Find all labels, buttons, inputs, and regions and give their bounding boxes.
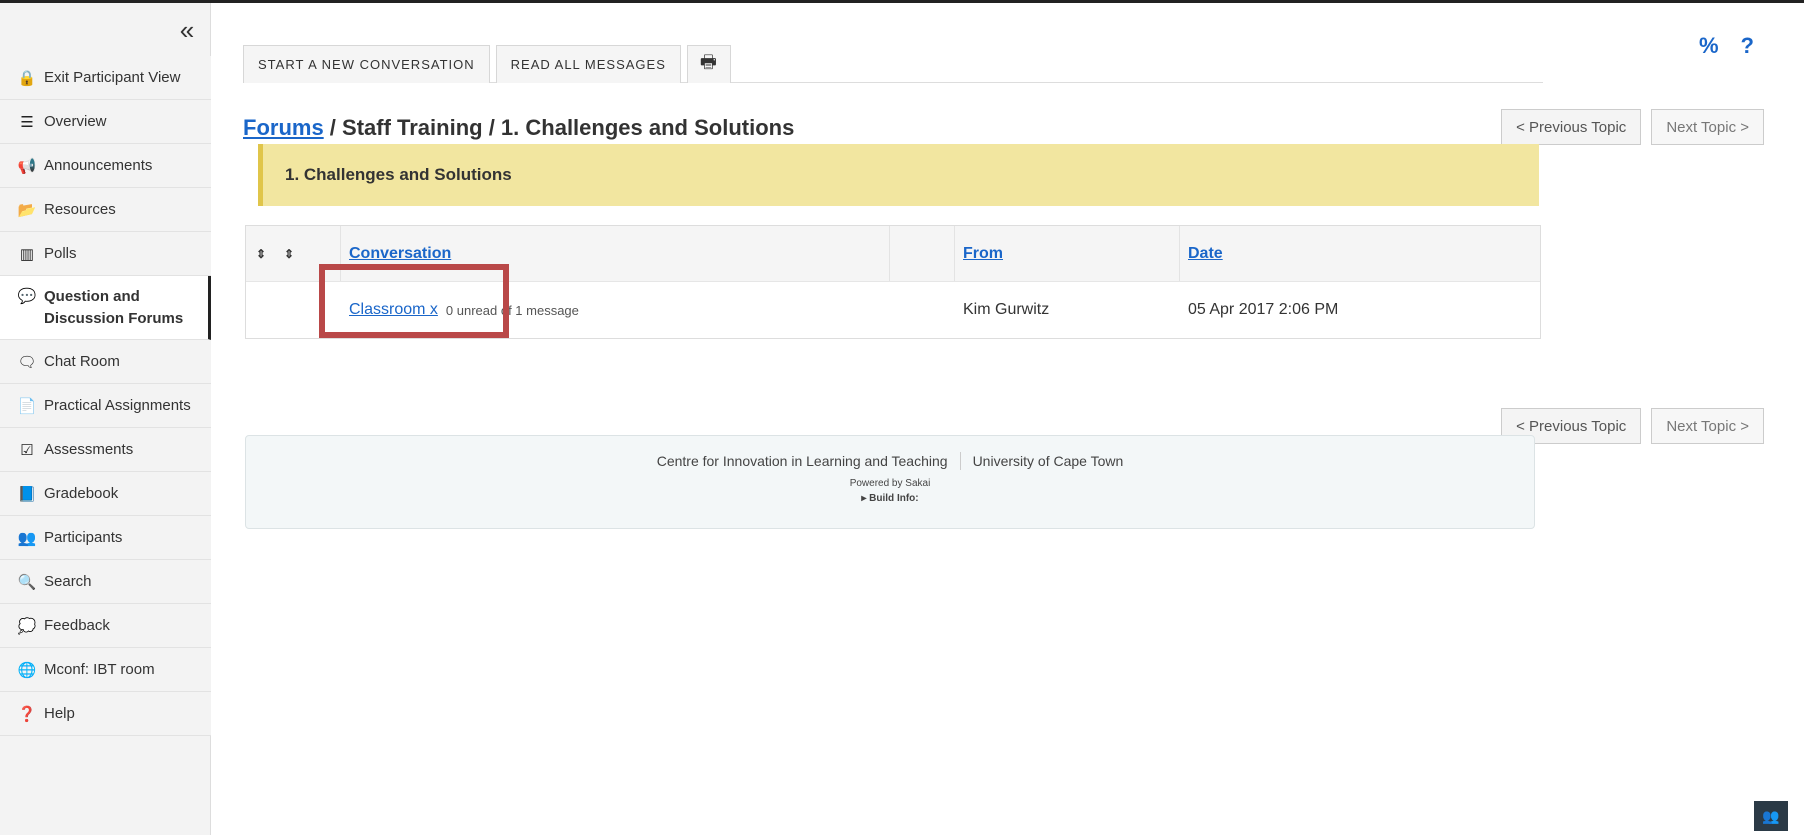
conversation-unread-count: 0 unread of 1 message	[445, 302, 579, 318]
bar-chart-icon: ▥	[19, 245, 35, 263]
sidebar-item-polls[interactable]: ▥ Polls	[0, 232, 211, 276]
megaphone-icon: 📢	[17, 157, 37, 175]
sidebar-item-forums[interactable]: 💬 Question and Discussion Forums	[0, 276, 211, 340]
build-info-toggle[interactable]: ▸ Build Info:	[246, 493, 1534, 504]
sidebar-item-practical-assignments[interactable]: 📄 Practical Assignments	[0, 384, 211, 428]
footer-university-link[interactable]: University of Cape Town	[973, 453, 1124, 469]
lock-icon: 🔒	[17, 69, 37, 87]
main-content: START A NEW CONVERSATION READ ALL MESSAG…	[211, 3, 1804, 835]
topic-title-banner: 1. Challenges and Solutions	[258, 144, 1539, 206]
from-column-header[interactable]: From	[963, 245, 1003, 263]
read-all-messages-button[interactable]: READ ALL MESSAGES	[495, 45, 681, 83]
breadcrumb-forums-link[interactable]: Forums	[243, 115, 324, 140]
sidebar-item-label: Resources	[44, 201, 116, 218]
sidebar-tool-list: 🔒 Exit Participant View ☰ Overview 📢 Ann…	[0, 56, 211, 736]
conversation-date: 05 Apr 2017 2:06 PM	[1188, 301, 1339, 318]
sidebar-item-gradebook[interactable]: 📘 Gradebook	[0, 472, 211, 516]
sidebar-item-overview[interactable]: ☰ Overview	[0, 100, 211, 144]
speech-bubble-icon: 💭	[17, 617, 37, 635]
footer-separator	[959, 452, 961, 470]
sidebar-item-label: Practical Assignments	[44, 397, 191, 414]
checkbox-icon: ☑	[20, 441, 34, 459]
sidebar-item-label: Question and Discussion Forums	[44, 288, 184, 327]
collapse-sidebar-icon[interactable]: «	[172, 15, 202, 45]
sidebar-item-label: Participants	[44, 529, 123, 546]
start-new-conversation-button[interactable]: START A NEW CONVERSATION	[243, 45, 490, 83]
folder-icon: 📂	[17, 201, 37, 219]
sidebar-item-label: Search	[44, 573, 92, 590]
help-icon[interactable]: ?	[1741, 33, 1754, 59]
sidebar-item-announcements[interactable]: 📢 Announcements	[0, 144, 211, 188]
forum-toolbar: START A NEW CONVERSATION READ ALL MESSAG…	[243, 45, 1543, 83]
sidebar: « 🔒 Exit Participant View ☰ Overview 📢 A…	[0, 3, 211, 835]
sidebar-item-assessments[interactable]: ☑ Assessments	[0, 428, 211, 472]
users-icon: 👥	[17, 529, 37, 547]
footer-links: Centre for Innovation in Learning and Te…	[246, 452, 1534, 470]
link-icon[interactable]: %	[1699, 33, 1719, 59]
conversation-column-header[interactable]: Conversation	[349, 245, 451, 263]
conversation-author: Kim Gurwitz	[963, 301, 1050, 318]
globe-icon: 🌐	[17, 661, 37, 679]
footer-org-link[interactable]: Centre for Innovation in Learning and Te…	[657, 453, 948, 469]
sidebar-item-label: Feedback	[44, 617, 110, 634]
top-icons: % ?	[1699, 33, 1754, 59]
conversation-link[interactable]: Classroom x	[349, 301, 438, 319]
topic-nav-top: < Previous Topic Next Topic >	[1501, 109, 1764, 145]
sidebar-item-participants[interactable]: 👥 Participants	[0, 516, 211, 560]
sidebar-item-search[interactable]: 🔍 Search	[0, 560, 211, 604]
next-topic-button[interactable]: Next Topic >	[1651, 408, 1764, 444]
sidebar-item-mconf[interactable]: 🌐 Mconf: IBT room	[0, 648, 211, 692]
sidebar-item-label: Help	[44, 705, 75, 722]
date-column-header[interactable]: Date	[1188, 245, 1223, 263]
topic-nav-bottom: < Previous Topic Next Topic >	[1501, 408, 1764, 444]
powered-by-text: Powered by Sakai	[849, 478, 931, 489]
search-icon: 🔍	[17, 573, 37, 591]
question-circle-icon: ❓	[17, 705, 37, 723]
sidebar-item-label: Gradebook	[44, 485, 119, 502]
breadcrumb: Forums / Staff Training / 1. Challenges …	[243, 115, 794, 141]
sort-icon[interactable]: ⇕	[280, 226, 341, 281]
breadcrumb-rest: / Staff Training / 1. Challenges and Sol…	[323, 115, 795, 140]
sidebar-item-help[interactable]: ❓ Help	[0, 692, 211, 736]
list-icon: ☰	[20, 113, 34, 131]
sidebar-item-resources[interactable]: 📂 Resources	[0, 188, 211, 232]
page-footer: Centre for Innovation in Learning and Te…	[245, 435, 1535, 529]
sidebar-item-label: Chat Room	[44, 353, 120, 370]
sidebar-item-label: Mconf: IBT room	[44, 661, 155, 678]
conversation-table: ⇕ ⇕ Conversation From Date Classroom x 0…	[245, 225, 1541, 339]
sidebar-item-chat-room[interactable]: 🗨 Chat Room	[0, 340, 211, 384]
table-header-row: ⇕ ⇕ Conversation From Date	[246, 226, 1540, 282]
sidebar-item-exit-participant-view[interactable]: 🔒 Exit Participant View	[0, 56, 211, 100]
empty-column-header	[890, 226, 955, 281]
sort-icon[interactable]: ⇕	[246, 247, 280, 261]
file-icon: 📄	[17, 397, 37, 415]
sidebar-item-label: Overview	[44, 113, 107, 130]
print-icon[interactable]: 🖶	[686, 45, 731, 83]
book-icon: 📘	[17, 485, 37, 503]
sidebar-item-label: Exit Participant View	[44, 69, 181, 86]
sidebar-item-label: Assessments	[44, 441, 134, 458]
previous-topic-button[interactable]: < Previous Topic	[1501, 109, 1642, 145]
chat-icon: 🗨	[17, 353, 37, 371]
next-topic-button[interactable]: Next Topic >	[1651, 109, 1764, 145]
table-row: Classroom x 0 unread of 1 message Kim Gu…	[246, 282, 1540, 338]
sidebar-item-feedback[interactable]: 💭 Feedback	[0, 604, 211, 648]
users-icon[interactable]: 👥	[1754, 801, 1788, 831]
comments-icon: 💬	[17, 288, 37, 305]
sidebar-item-label: Polls	[44, 245, 77, 262]
sidebar-item-label: Announcements	[44, 157, 153, 174]
